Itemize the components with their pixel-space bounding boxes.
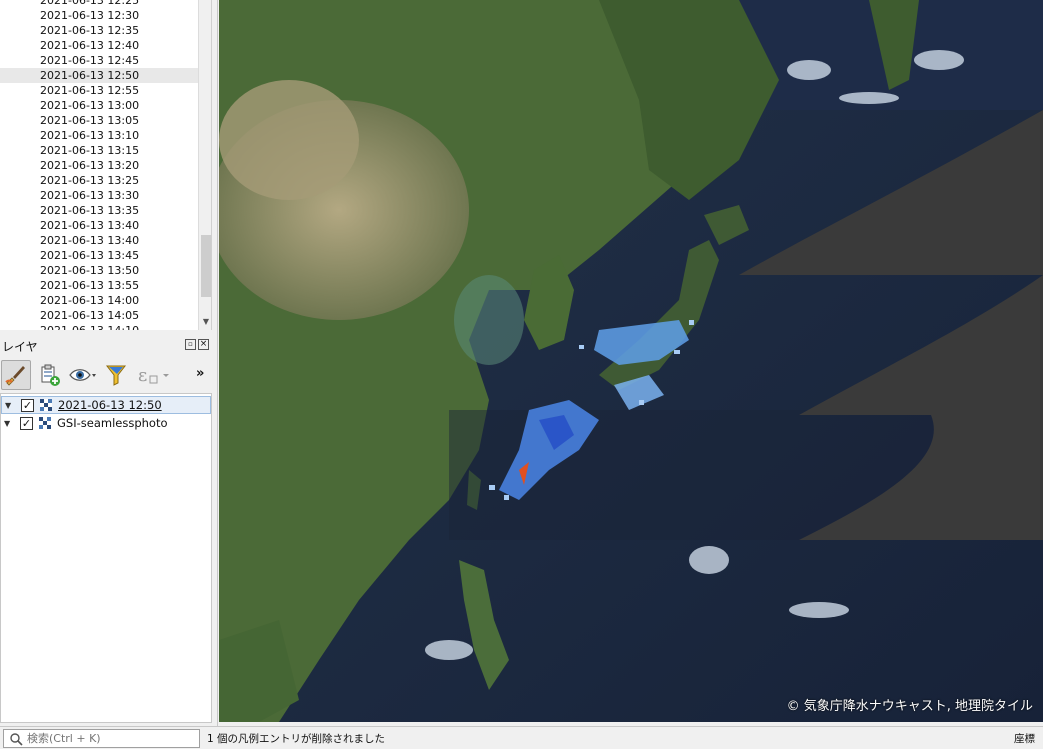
layer-name: 2021-06-13 12:50: [58, 398, 162, 412]
time-list-item[interactable]: 2021-06-13 12:25: [0, 0, 198, 8]
layer-visibility-checkbox[interactable]: ✓: [20, 416, 33, 430]
time-list-item[interactable]: 2021-06-13 12:35: [0, 23, 198, 38]
qgis-window: 2021-06-13 12:25 2021-06-13 12:30 2021-06-…: [0, 0, 1043, 749]
layers-toolbar: ε »: [0, 358, 212, 392]
layers-panel-title: レイヤ: [2, 340, 38, 354]
time-list-item[interactable]: 2021-06-13 13:40: [0, 218, 198, 233]
status-bar: 1 個の凡例エントリが削除されました 座標: [0, 726, 1043, 749]
time-list-item[interactable]: 2021-06-13 13:15: [0, 143, 198, 158]
layer-tree[interactable]: ▼ ✓ 2021-06-13 12:50 ▼ ✓ GSI-seamlesspho…: [0, 393, 212, 723]
time-list-item[interactable]: 2021-06-13 13:40: [0, 233, 198, 248]
time-list-item[interactable]: 2021-06-13 12:55: [0, 83, 198, 98]
left-dock: 2021-06-13 12:25 2021-06-13 12:30 2021-06-…: [0, 0, 218, 726]
time-list-item[interactable]: 2021-06-13 12:45: [0, 53, 198, 68]
map-imagery: [219, 0, 1043, 722]
search-input[interactable]: [27, 732, 197, 745]
map-canvas[interactable]: © 気象庁降水ナウキャスト, 地理院タイル: [219, 0, 1043, 722]
time-list-item[interactable]: 2021-06-13 13:20: [0, 158, 198, 173]
time-list-item[interactable]: 2021-06-13 13:05: [0, 113, 198, 128]
float-panel-icon[interactable]: ▫: [185, 339, 196, 350]
add-group-icon: [41, 364, 60, 386]
visibility-button[interactable]: [66, 360, 100, 390]
time-list-item[interactable]: 2021-06-13 12:40: [0, 38, 198, 53]
svg-text:ε: ε: [138, 365, 147, 386]
style-button[interactable]: [1, 360, 31, 390]
time-list-item[interactable]: 2021-06-13 13:45: [0, 248, 198, 263]
scroll-down-icon[interactable]: ▼: [201, 317, 211, 327]
eye-icon: [69, 369, 96, 381]
expression-icon: ε: [138, 365, 169, 386]
time-list-item[interactable]: 2021-06-13 14:10: [0, 323, 198, 330]
status-message: 1 個の凡例エントリが削除されました: [207, 733, 386, 745]
search-icon: [10, 732, 23, 746]
time-list-item[interactable]: 2021-06-13 13:30: [0, 188, 198, 203]
filter-button[interactable]: [101, 360, 131, 390]
layer-item-gsi-seamlessphoto[interactable]: ▼ ✓ GSI-seamlessphoto: [1, 414, 211, 432]
expression-filter-button[interactable]: ε: [134, 360, 174, 390]
toolbar-overflow-button[interactable]: »: [196, 366, 204, 381]
layer-name: GSI-seamlessphoto: [57, 416, 168, 430]
filter-icon: [105, 365, 127, 386]
expand-icon[interactable]: ▼: [4, 419, 12, 428]
layer-visibility-checkbox[interactable]: ✓: [21, 398, 34, 412]
time-list-item[interactable]: 2021-06-13 13:25: [0, 173, 198, 188]
coordinate-label: 座標: [1014, 733, 1035, 745]
raster-layer-icon: [39, 417, 51, 429]
time-list-item[interactable]: 2021-06-13 12:30: [0, 8, 198, 23]
time-list-item[interactable]: 2021-06-13 13:00: [0, 98, 198, 113]
layer-item-nowcast[interactable]: ▼ ✓ 2021-06-13 12:50: [1, 396, 211, 414]
time-list[interactable]: 2021-06-13 12:25 2021-06-13 12:30 2021-06-…: [0, 0, 212, 330]
map-attribution: © 気象庁降水ナウキャスト, 地理院タイル: [786, 699, 1033, 714]
time-list-item[interactable]: 2021-06-13 13:10: [0, 128, 198, 143]
add-group-button[interactable]: [34, 360, 64, 390]
time-list-item[interactable]: 2021-06-13 13:35: [0, 203, 198, 218]
time-list-scrollbar[interactable]: ▼: [198, 0, 211, 330]
time-list-item[interactable]: 2021-06-13 12:50: [0, 68, 198, 83]
time-list-item[interactable]: 2021-06-13 13:50: [0, 263, 198, 278]
time-list-item[interactable]: 2021-06-13 13:55: [0, 278, 198, 293]
paint-brush-icon: [5, 366, 25, 386]
close-panel-icon[interactable]: ×: [198, 339, 209, 350]
raster-layer-icon: [40, 399, 52, 411]
time-list-item[interactable]: 2021-06-13 14:00: [0, 293, 198, 308]
expand-icon[interactable]: ▼: [5, 401, 13, 410]
locator-search[interactable]: [3, 729, 200, 748]
layers-panel-header: レイヤ ▫ ×: [0, 336, 212, 354]
time-list-item[interactable]: 2021-06-13 14:05: [0, 308, 198, 323]
scrollbar-thumb[interactable]: [201, 235, 211, 297]
time-list-rows: 2021-06-13 12:25 2021-06-13 12:30 2021-06-…: [0, 0, 198, 330]
